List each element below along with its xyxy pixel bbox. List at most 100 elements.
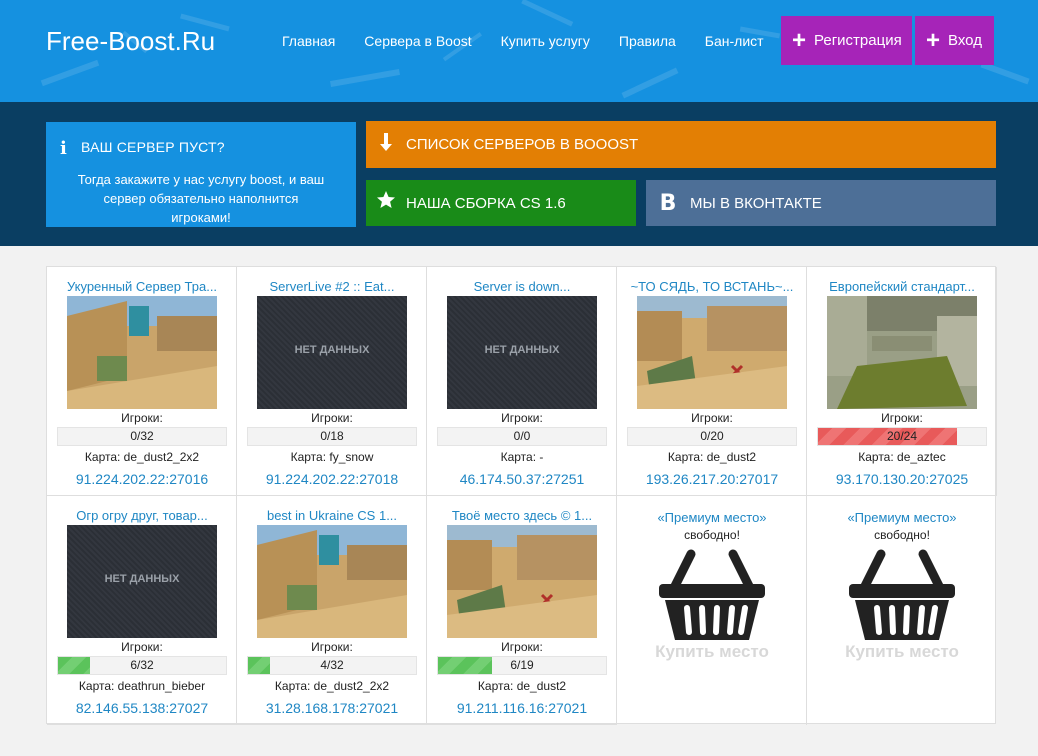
server-name[interactable]: Укуренный Сервер Тра... [55, 279, 229, 294]
premium-slot[interactable]: «Премиум место» свободно! Купить место [807, 496, 997, 725]
server-name[interactable]: Огр огру друг, товар... [55, 508, 229, 523]
register-label: Регистрация [814, 32, 902, 49]
server-ip[interactable]: 91.224.202.22:27016 [47, 471, 237, 487]
login-label: Вход [948, 32, 982, 49]
server-card[interactable]: ~ТО СЯДЬ, ТО ВСТАНЬ~... Игроки: 0/20 Карта:… [617, 267, 807, 496]
no-data-label: НЕТ ДАННЫХ [104, 573, 180, 585]
players-label: Игроки: [311, 411, 353, 425]
premium-title[interactable]: «Премиум место» [617, 510, 807, 525]
server-name[interactable]: ~ТО СЯДЬ, ТО ВСТАНЬ~... [625, 279, 799, 294]
server-name[interactable]: Европейский стандарт... [815, 279, 989, 294]
server-ip[interactable]: 93.170.130.20:27025 [807, 471, 997, 487]
build-tile[interactable]: НАША СБОРКА CS 1.6 [366, 180, 636, 226]
server-name[interactable]: ServerLive #2 :: Eat... [245, 279, 419, 294]
players-count: 0/0 [513, 429, 531, 443]
players-bar: 0/0 [437, 427, 607, 446]
vk-icon: B [659, 190, 677, 216]
premium-slot[interactable]: «Премиум место» свободно! Купить место [617, 496, 807, 725]
server-grid: Укуренный Сервер Тра... Игроки: 0/32 Карта:… [46, 266, 997, 725]
players-label: Игроки: [121, 640, 163, 654]
main-nav: Главная Сервера в Boost Купить услугу Пр… [282, 33, 793, 49]
empty-server-info: i ВАШ СЕРВЕР ПУСТ? Тогда закажите у нас … [46, 122, 356, 227]
build-label: НАША СБОРКА CS 1.6 [406, 194, 566, 212]
players-count: 0/32 [130, 429, 154, 443]
server-name[interactable]: best in Ukraine CS 1... [245, 508, 419, 523]
plus-icon: + [792, 26, 807, 54]
players-label: Игроки: [881, 411, 923, 425]
server-card[interactable]: Укуренный Сервер Тра... Игроки: 0/32 Карта:… [47, 267, 237, 496]
buy-place-label[interactable]: Купить место [807, 642, 997, 662]
map-thumbnail [257, 525, 407, 638]
players-bar: 6/32 [57, 656, 227, 675]
info-title: ВАШ СЕРВЕР ПУСТ? [81, 139, 225, 155]
vk-tile[interactable]: B МЫ В ВКОНТАКТЕ [646, 180, 996, 226]
server-card[interactable]: ServerLive #2 :: Eat...НЕТ ДАННЫХИгроки:… [237, 267, 427, 496]
server-card[interactable]: Европейский стандарт... Игроки: 20/24 Карта… [807, 267, 997, 496]
nav-home[interactable]: Главная [282, 33, 335, 49]
map-thumbnail [827, 296, 977, 409]
map-thumbnail [637, 296, 787, 409]
nav-rules[interactable]: Правила [619, 33, 676, 49]
map-name: Карта: fy_snow [290, 450, 374, 464]
map-name: Карта: - [500, 450, 544, 464]
map-name: Карта: de_dust2_2x2 [84, 450, 200, 464]
arrow-down-icon [366, 132, 406, 158]
premium-free-label: свободно! [874, 528, 930, 542]
info-text: Тогда закажите у нас услугу boost, и ваш… [77, 172, 325, 225]
server-card[interactable]: Огр огру друг, товар... НЕТ ДАННЫХ Игроки:… [47, 496, 237, 725]
server-card[interactable]: best in Ukraine CS 1... Игроки: 4/32 Карта:… [237, 496, 427, 725]
server-ip[interactable]: 91.224.202.22:27018 [237, 471, 427, 487]
players-bar: 0/32 [57, 427, 227, 446]
players-bar: 20/24 [817, 427, 987, 446]
nav-buy-service[interactable]: Купить услугу [501, 33, 590, 49]
map-name: Карта: deathrun_bieber [78, 679, 206, 693]
map-name: Карта: de_aztec [858, 450, 946, 464]
players-count: 0/18 [320, 429, 344, 443]
basket-icon[interactable] [847, 546, 957, 647]
players-count: 0/20 [700, 429, 724, 443]
premium-title[interactable]: «Премиум место» [807, 510, 997, 525]
site-header: Free-Boost.Ru Главная Сервера в Boost Ку… [0, 0, 1038, 102]
buy-place-label[interactable]: Купить место [617, 642, 807, 662]
star-icon [366, 190, 406, 216]
server-ip[interactable]: 193.26.217.20:27017 [617, 471, 807, 487]
map-name: Карта: de_dust2_2x2 [274, 679, 390, 693]
server-list-tile[interactable]: СПИСОК СЕРВЕРОВ В BOOOST [366, 121, 996, 168]
map-thumbnail [447, 525, 597, 638]
players-count: 4/32 [320, 658, 344, 672]
vk-label: МЫ В ВКОНТАКТЕ [690, 194, 822, 212]
players-bar: 4/32 [247, 656, 417, 675]
server-ip[interactable]: 31.28.168.178:27021 [237, 700, 427, 716]
server-list-label: СПИСОК СЕРВЕРОВ В BOOOST [406, 136, 639, 153]
site-logo[interactable]: Free-Boost.Ru [46, 26, 215, 57]
premium-free-label: свободно! [684, 528, 740, 542]
no-data-label: НЕТ ДАННЫХ [484, 344, 560, 356]
server-card[interactable]: Твоё место здесь © 1... Игроки: 6/19 Карта:… [427, 496, 617, 725]
nav-servers-boost[interactable]: Сервера в Boost [364, 33, 471, 49]
players-count: 20/24 [886, 429, 918, 443]
server-card[interactable]: Server is down... НЕТ ДАННЫХ Игроки: 0/0 Кар… [427, 267, 617, 496]
map-name: Карта: de_dust2 [667, 450, 757, 464]
map-thumbnail: НЕТ ДАННЫХ [67, 525, 217, 638]
nav-banlist[interactable]: Бан-лист [705, 33, 764, 49]
players-label: Игроки: [501, 640, 543, 654]
server-ip[interactable]: 91.211.116.16:27021 [427, 700, 617, 716]
server-name[interactable]: Твоё место здесь © 1... [435, 508, 609, 523]
players-count: 6/32 [130, 658, 154, 672]
login-button[interactable]: + Вход [915, 16, 994, 65]
players-count: 6/19 [510, 658, 534, 672]
server-name[interactable]: Server is down... [435, 279, 609, 294]
basket-icon[interactable] [657, 546, 767, 647]
map-thumbnail [67, 296, 217, 409]
map-thumbnail: НЕТ ДАННЫХ [257, 296, 407, 409]
players-label: Игроки: [311, 640, 353, 654]
players-bar: 6/19 [437, 656, 607, 675]
players-bar: 0/18 [247, 427, 417, 446]
register-button[interactable]: + Регистрация [781, 16, 912, 65]
players-label: Игроки: [691, 411, 733, 425]
server-ip[interactable]: 46.174.50.37:27251 [427, 471, 617, 487]
players-label: Игроки: [121, 411, 163, 425]
map-thumbnail: НЕТ ДАННЫХ [447, 296, 597, 409]
players-bar: 0/20 [627, 427, 797, 446]
server-ip[interactable]: 82.146.55.138:27027 [47, 700, 237, 716]
